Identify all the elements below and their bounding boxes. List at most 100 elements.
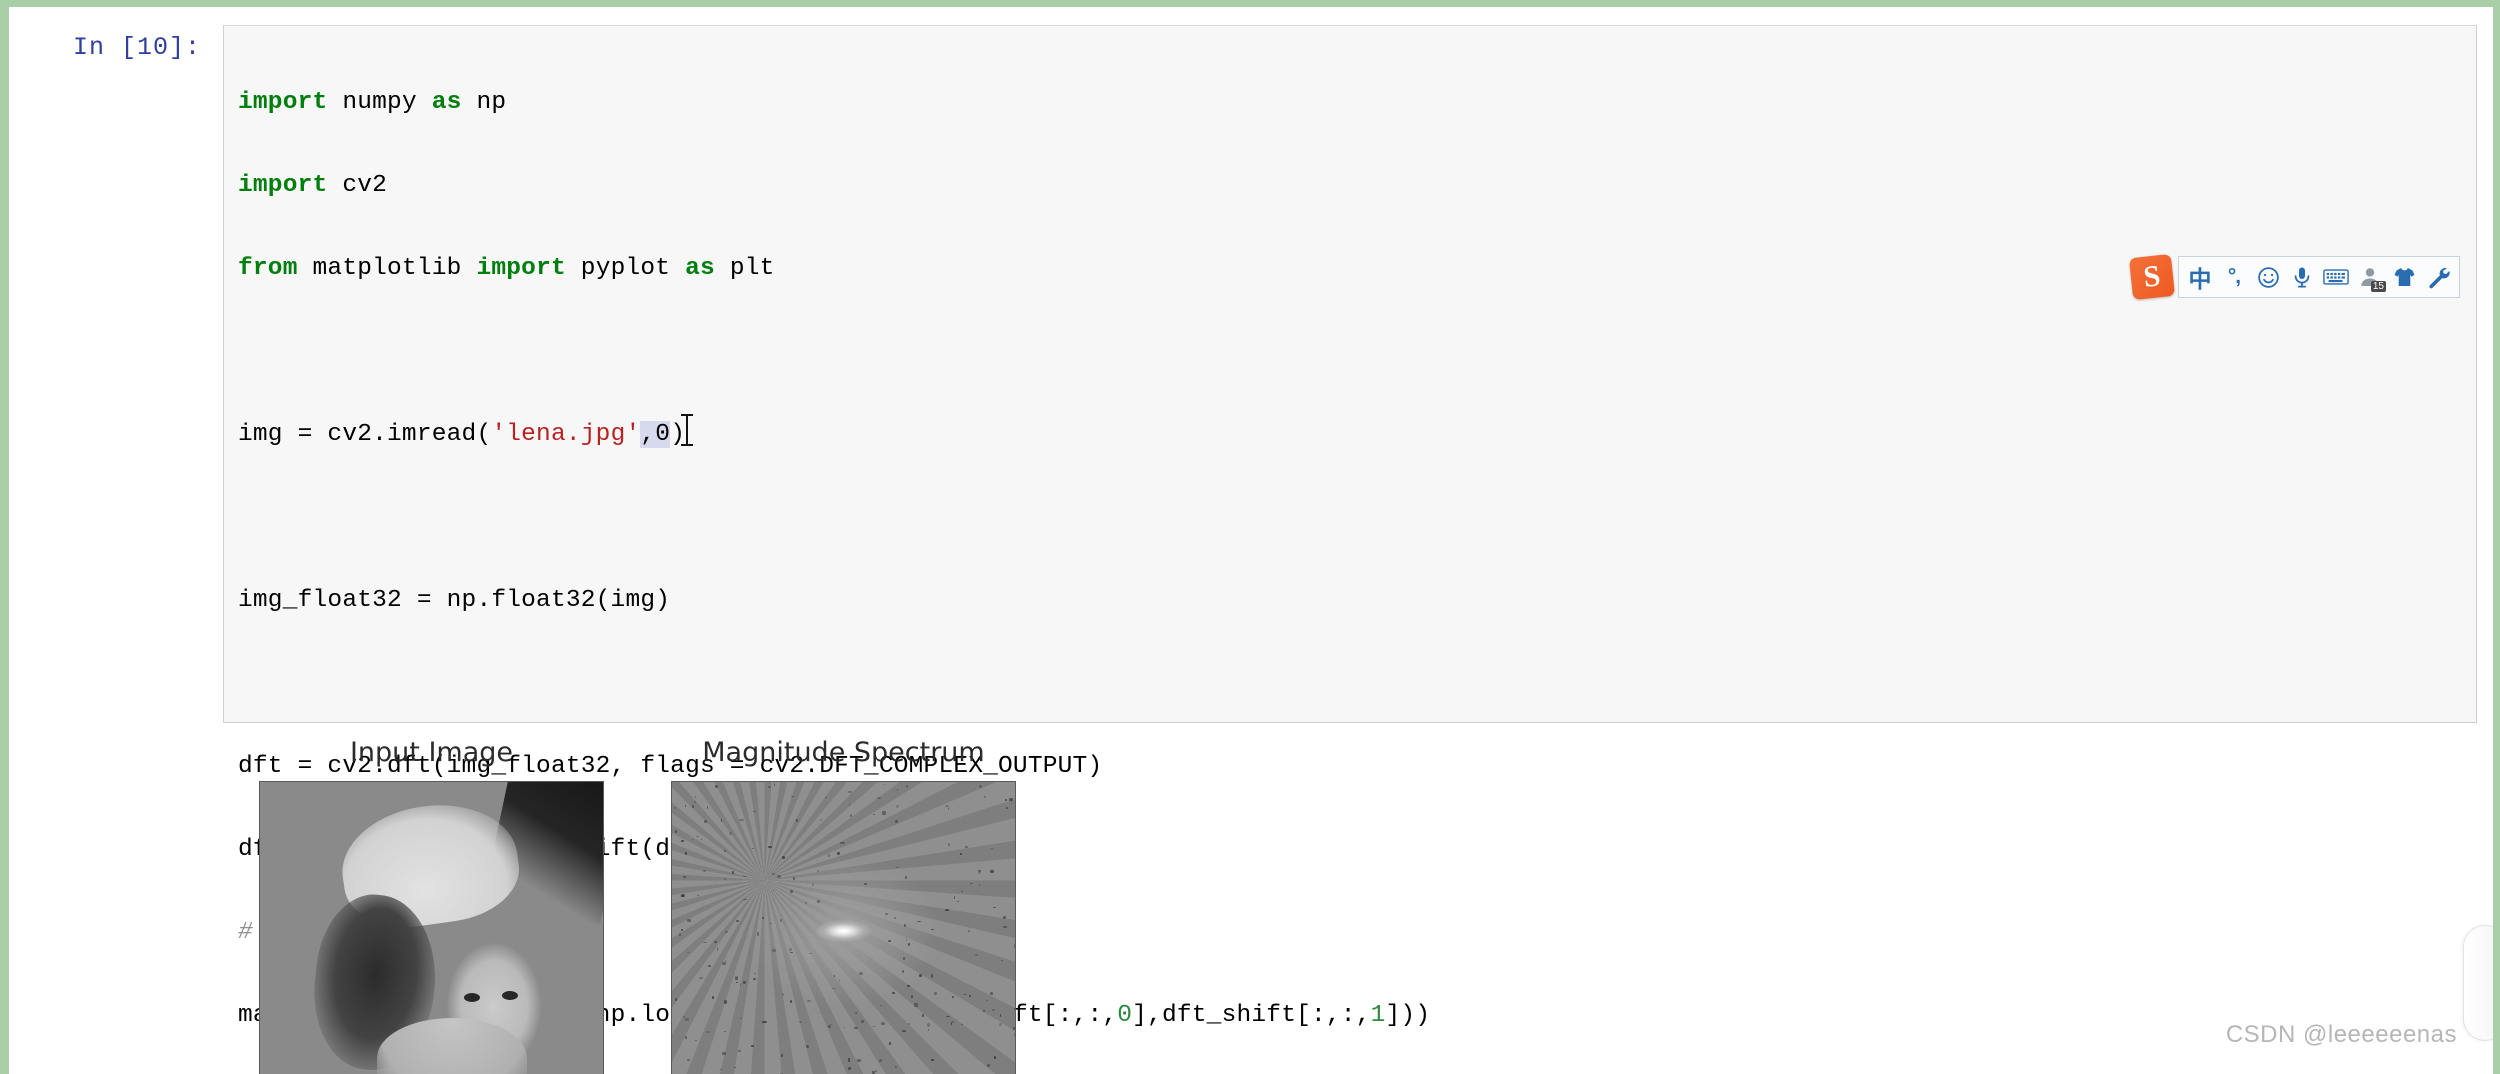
figure-title: Magnitude Spectrum	[702, 737, 985, 768]
spectrum-speck	[990, 870, 995, 874]
spectrum-speck	[723, 1030, 726, 1032]
spectrum-speck	[675, 829, 677, 833]
spectrum-speck	[735, 920, 739, 923]
spectrum-speck	[750, 1045, 755, 1047]
spectrum-speck	[864, 883, 868, 886]
spectrum-speck	[911, 994, 913, 998]
sogou-ime-toolbar[interactable]: S 中 °, 15	[2128, 253, 2460, 301]
spectrum-speck	[772, 889, 775, 892]
spectrum-speck	[773, 782, 776, 786]
spectrum-speck	[762, 1020, 767, 1024]
spectrum-speck	[681, 840, 684, 842]
ime-emoji-icon[interactable]	[2251, 260, 2285, 294]
spectrum-speck	[703, 819, 707, 823]
spectrum-speck	[781, 856, 785, 860]
spectrum-speck	[695, 835, 700, 838]
spectrum-speck	[948, 842, 951, 846]
spectrum-speck	[724, 930, 728, 934]
spectrum-speck	[990, 992, 994, 995]
spectrum-speck	[685, 852, 687, 856]
spectrum-speck	[686, 952, 691, 954]
spectrum-speck	[859, 971, 863, 976]
token-keyword-as: as	[685, 254, 715, 282]
spectrum-speck	[714, 940, 717, 943]
image-input-lena	[259, 781, 604, 1074]
right-edge-floating-panel[interactable]	[2463, 925, 2493, 1041]
spectrum-speck	[930, 974, 933, 978]
spectrum-speck	[789, 1000, 793, 1003]
lena-eye-left	[464, 993, 481, 1002]
ime-language-mode-icon[interactable]: 中	[2183, 260, 2217, 294]
spectrum-speck	[1012, 1026, 1015, 1031]
spectrum-speck	[931, 1058, 934, 1061]
spectrum-speck	[895, 804, 899, 808]
cell-execution-prompt: In [10]:	[73, 33, 202, 62]
spectrum-speck	[795, 819, 798, 822]
spectrum-speck	[905, 875, 907, 880]
spectrum-speck	[756, 932, 759, 936]
lena-photo	[260, 782, 603, 1074]
code-line: from matplotlib import pyplot as plt	[238, 248, 1430, 290]
spectrum-speck	[907, 942, 910, 946]
spectrum-speck	[847, 790, 852, 794]
spectrum-speck	[975, 954, 978, 957]
spectrum-speck	[679, 932, 681, 936]
spectrum-speck	[945, 805, 950, 807]
spectrum-speck	[917, 920, 922, 923]
spectrum-speck	[1014, 1007, 1015, 1011]
spectrum-speck	[854, 1012, 858, 1015]
spectrum-speck	[720, 819, 723, 823]
spectrum-speck	[691, 804, 694, 809]
token-module: cv2	[342, 171, 388, 199]
ime-button-group[interactable]: 中 °, 15	[2178, 256, 2460, 298]
ime-punctuation-mode-icon[interactable]: °,	[2217, 260, 2251, 294]
code-line: import cv2	[238, 165, 1430, 207]
spectrum-speck	[961, 1023, 963, 1025]
token-string: 'lena.jpg'	[491, 420, 641, 448]
spectrum-speck	[767, 785, 771, 788]
code-input-area[interactable]: import numpy as np import cv2 from matpl…	[223, 25, 2477, 1029]
spectrum-speck	[860, 1019, 864, 1024]
sogou-logo-icon[interactable]: S	[2128, 253, 2176, 301]
spectrum-speck	[959, 852, 962, 855]
ime-soft-keyboard-icon[interactable]	[2319, 260, 2353, 294]
figure-title: Input Image	[349, 737, 514, 768]
spectrum-speck	[854, 1026, 858, 1030]
spectrum-speck	[767, 845, 772, 848]
spectrum-speck	[993, 907, 997, 909]
spectrum-speck	[806, 999, 811, 1002]
spectrum-speck	[901, 969, 905, 974]
spectrum-speck	[697, 894, 700, 897]
spectrum-speck	[849, 804, 851, 806]
spectrum-speck	[790, 795, 795, 798]
spectrum-speck	[700, 838, 702, 841]
spectrum-speck	[952, 995, 954, 998]
spectrum-speck	[843, 1026, 845, 1029]
spectrum-speck	[837, 851, 840, 856]
spectrum-speck	[788, 947, 792, 952]
spectrum-speck	[895, 820, 898, 823]
spectrum-speck	[806, 1045, 810, 1048]
token-keyword: import	[238, 171, 328, 199]
spectrum-speck	[968, 929, 970, 933]
spectrum-speck	[872, 1070, 875, 1074]
spectrum-speck	[684, 1035, 687, 1040]
figure-input-image: Input Image	[259, 737, 604, 1074]
ime-voice-input-icon[interactable]	[2285, 260, 2319, 294]
spectrum-speck	[902, 1029, 906, 1032]
ime-user-center-icon[interactable]: 15	[2353, 260, 2387, 294]
csdn-watermark: CSDN @leeeeeenas	[2225, 1021, 2457, 1048]
spectrum-speck	[739, 982, 742, 986]
spectrum-speck	[1002, 916, 1006, 920]
notebook-page: In [10]: import numpy as np import cv2 f…	[0, 0, 2500, 1074]
notebook-cell[interactable]: In [10]: import numpy as np import cv2 f…	[9, 7, 2493, 1074]
ime-toolbox-icon[interactable]	[2421, 260, 2455, 294]
spectrum-speck	[880, 1005, 883, 1007]
ime-skin-icon[interactable]	[2387, 260, 2421, 294]
token-module: matplotlib	[312, 254, 462, 282]
figure-magnitude-spectrum: Magnitude Spectrum	[671, 737, 1016, 1074]
spectrum-speck	[875, 1070, 878, 1073]
spectrum-speck	[882, 811, 887, 815]
spectrum-speck	[816, 899, 821, 904]
